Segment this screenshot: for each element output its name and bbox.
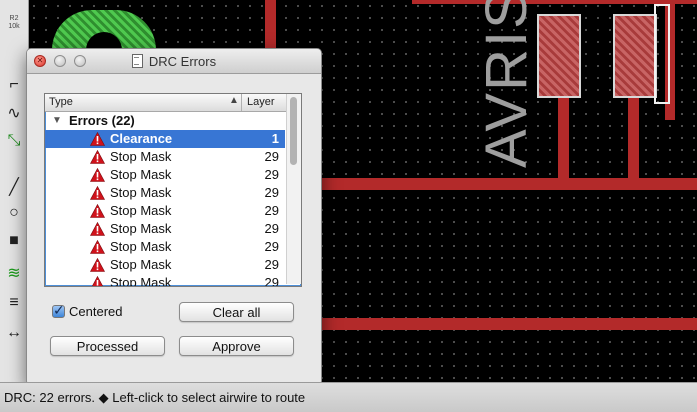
minimize-button[interactable] bbox=[54, 55, 66, 67]
circle-icon[interactable]: ○ bbox=[3, 202, 25, 224]
checkbox-checked-icon[interactable] bbox=[52, 302, 65, 319]
column-header-layer[interactable]: Layer bbox=[241, 94, 285, 111]
left-toolbar: R2 10k ⌐ ∿ ⤡ ╱ ○ ■ ≋ ≡ ↔ bbox=[0, 0, 29, 382]
tool-sublabel: 10k bbox=[8, 23, 20, 30]
rectangle-icon[interactable]: ■ bbox=[3, 230, 25, 252]
layers-icon[interactable]: ≡ bbox=[3, 292, 25, 314]
error-type: Stop Mask bbox=[110, 221, 172, 236]
error-layer: 29 bbox=[264, 221, 279, 236]
document-icon bbox=[131, 54, 143, 68]
warning-icon bbox=[90, 132, 105, 146]
silkscreen-label: AVRIS bbox=[474, 0, 539, 168]
error-type: Stop Mask bbox=[110, 239, 172, 254]
warning-icon bbox=[90, 204, 105, 218]
warning-icon bbox=[90, 258, 105, 272]
meander-icon[interactable]: ∿ bbox=[3, 102, 25, 124]
scroll-thumb[interactable] bbox=[290, 97, 297, 165]
error-type: Stop Mask bbox=[110, 203, 172, 218]
warning-icon bbox=[90, 168, 105, 182]
error-group-row[interactable]: ▼ Errors (22) bbox=[45, 112, 285, 130]
clear-all-button[interactable]: Clear all bbox=[179, 302, 294, 322]
wire-bend-icon[interactable]: ⌐ bbox=[3, 74, 25, 96]
warning-icon bbox=[90, 186, 105, 200]
error-list[interactable]: Type ▲ Layer ▼ Errors (22) Clearance 1 Sto… bbox=[44, 93, 302, 287]
error-type: Stop Mask bbox=[110, 257, 172, 272]
drc-errors-dialog: ✕ DRC Errors Type ▲ Layer ▼ Errors (22) … bbox=[26, 48, 322, 386]
warning-icon bbox=[90, 150, 105, 164]
error-row[interactable]: Stop Mask 29 bbox=[45, 274, 285, 287]
approve-button[interactable]: Approve bbox=[179, 336, 294, 356]
dialog-titlebar[interactable]: ✕ DRC Errors bbox=[27, 49, 321, 74]
error-row[interactable]: Stop Mask 29 bbox=[45, 238, 285, 256]
zoom-button[interactable] bbox=[74, 55, 86, 67]
error-row[interactable]: Stop Mask 29 bbox=[45, 220, 285, 238]
error-type: Stop Mask bbox=[110, 275, 172, 287]
vertical-scrollbar[interactable] bbox=[286, 94, 301, 284]
error-layer: 29 bbox=[264, 275, 279, 287]
centered-checkbox[interactable]: Centered bbox=[52, 302, 123, 319]
error-row[interactable]: Stop Mask 29 bbox=[45, 148, 285, 166]
error-layer: 29 bbox=[264, 149, 279, 164]
error-layer: 29 bbox=[264, 203, 279, 218]
error-layer: 29 bbox=[264, 239, 279, 254]
error-type: Stop Mask bbox=[110, 167, 172, 182]
trace bbox=[320, 178, 697, 190]
error-type: Clearance bbox=[110, 131, 173, 146]
warning-icon bbox=[92, 276, 103, 286]
route-icon[interactable]: ⤡ bbox=[3, 130, 25, 152]
error-row[interactable]: Clearance 1 bbox=[45, 130, 285, 148]
error-row[interactable]: Stop Mask 29 bbox=[45, 256, 285, 274]
resistor-tool[interactable]: R2 10k bbox=[3, 12, 25, 34]
error-row[interactable]: Stop Mask 29 bbox=[45, 184, 285, 202]
line-icon[interactable]: ╱ bbox=[3, 176, 25, 198]
dimension-icon[interactable]: ↔ bbox=[3, 322, 25, 344]
group-label: Errors (22) bbox=[69, 113, 135, 128]
close-icon: ✕ bbox=[36, 56, 44, 65]
error-layer: 1 bbox=[271, 131, 279, 146]
error-row[interactable]: Stop Mask 29 bbox=[45, 166, 285, 184]
layer-stack-icon[interactable]: ≋ bbox=[3, 262, 25, 284]
table-header: Type ▲ Layer bbox=[45, 94, 301, 112]
status-bar: DRC: 22 errors. ◆ Left-click to select a… bbox=[0, 382, 697, 412]
error-layer: 29 bbox=[264, 185, 279, 200]
close-button[interactable]: ✕ bbox=[34, 55, 46, 67]
status-text: DRC: 22 errors. ◆ Left-click to select a… bbox=[4, 389, 306, 405]
centered-label: Centered bbox=[69, 304, 123, 319]
trace bbox=[628, 96, 639, 184]
error-type: Stop Mask bbox=[110, 149, 172, 164]
error-type: Stop Mask bbox=[110, 185, 172, 200]
disclosure-triangle-icon[interactable]: ▼ bbox=[52, 115, 62, 126]
warning-icon bbox=[90, 240, 105, 254]
smd-pad bbox=[613, 14, 657, 98]
highlight-box bbox=[654, 4, 670, 104]
error-row[interactable]: Stop Mask 29 bbox=[45, 202, 285, 220]
sort-ascending-icon: ▲ bbox=[229, 95, 239, 106]
trace bbox=[558, 96, 569, 184]
smd-pad bbox=[537, 14, 581, 98]
processed-button[interactable]: Processed bbox=[50, 336, 165, 356]
column-header-type[interactable]: Type bbox=[49, 96, 73, 108]
warning-icon bbox=[90, 222, 105, 236]
tool-label: R2 bbox=[9, 15, 19, 22]
error-layer: 29 bbox=[264, 257, 279, 272]
trace bbox=[320, 318, 697, 330]
dialog-title: DRC Errors bbox=[148, 53, 217, 69]
error-layer: 29 bbox=[264, 167, 279, 182]
